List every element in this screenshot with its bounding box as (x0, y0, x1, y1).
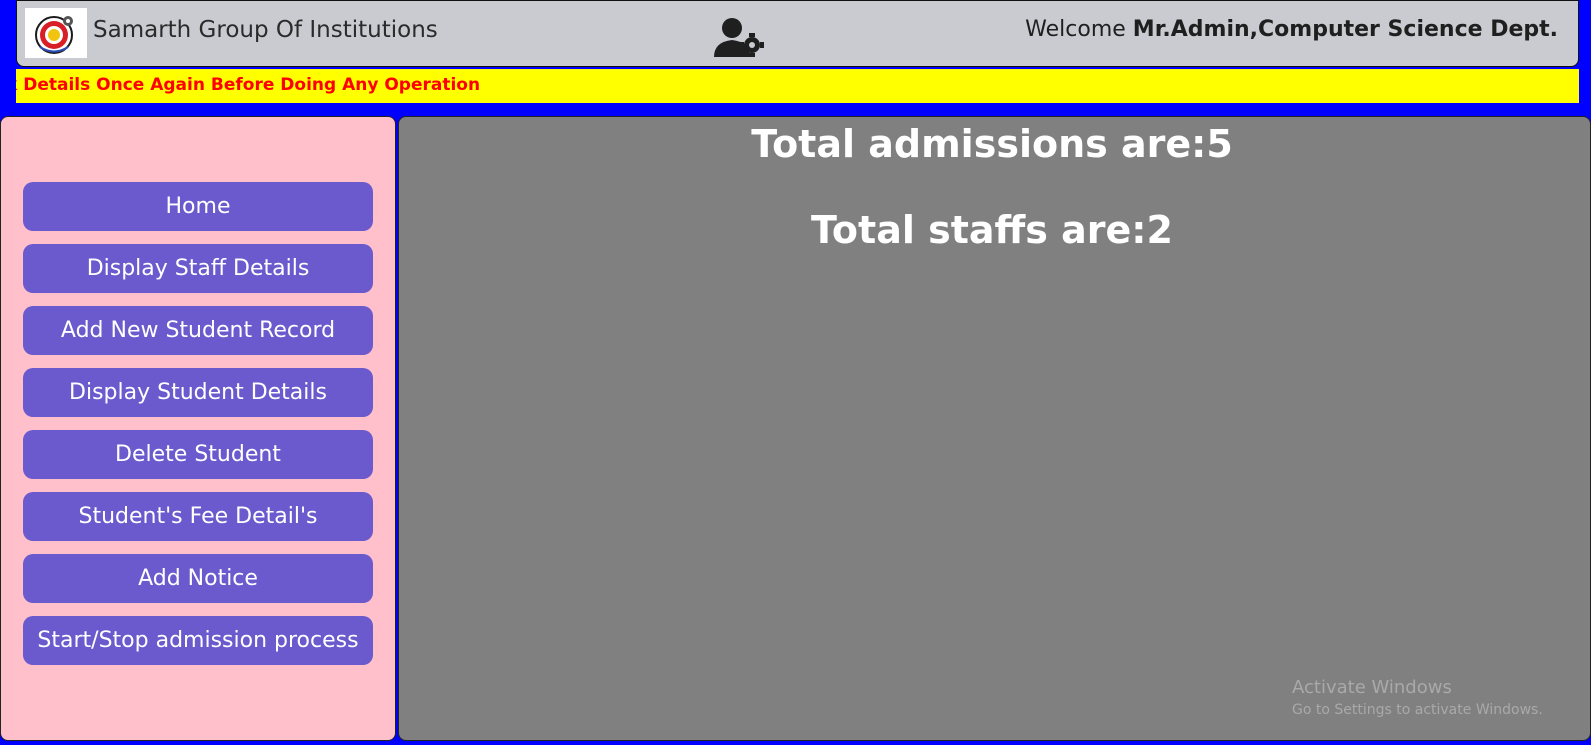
sidebar: Home Display Staff Details Add New Stude… (0, 116, 396, 741)
student-fee-details-button[interactable]: Student's Fee Detail's (23, 492, 373, 541)
windows-activation-subtitle: Go to Settings to activate Windows. (1292, 702, 1543, 718)
top-header: Samarth Group Of Institutions Welcome Mr… (16, 0, 1579, 67)
add-new-student-record-button[interactable]: Add New Student Record (23, 306, 373, 355)
brand-title: Samarth Group Of Institutions (93, 17, 438, 43)
delete-student-button[interactable]: Delete Student (23, 430, 373, 479)
institution-logo-icon (25, 8, 87, 58)
welcome-prefix: Welcome (1025, 17, 1133, 42)
home-button[interactable]: Home (23, 182, 373, 231)
display-staff-details-button[interactable]: Display Staff Details (23, 244, 373, 293)
display-student-details-button[interactable]: Display Student Details (23, 368, 373, 417)
add-notice-button[interactable]: Add Notice (23, 554, 373, 603)
welcome-message: Welcome Mr.Admin,Computer Science Dept. (1025, 16, 1558, 44)
total-staffs-text: Total staffs are:2 (811, 208, 1173, 252)
start-stop-admission-process-button[interactable]: Start/Stop admission process (23, 616, 373, 665)
ticker-text: k Details Once Again Before Doing Any Op… (16, 75, 481, 95)
user-gear-icon[interactable] (710, 16, 772, 60)
notice-ticker: k Details Once Again Before Doing Any Op… (16, 69, 1579, 103)
total-admissions-text: Total admissions are:5 (751, 122, 1233, 166)
main-content: Total admissions are:5 Total staffs are:… (398, 116, 1591, 741)
page: Samarth Group Of Institutions Welcome Mr… (0, 0, 1591, 745)
windows-activation-title: Activate Windows (1292, 677, 1452, 698)
welcome-user: Mr.Admin,Computer Science Dept. (1132, 17, 1558, 42)
